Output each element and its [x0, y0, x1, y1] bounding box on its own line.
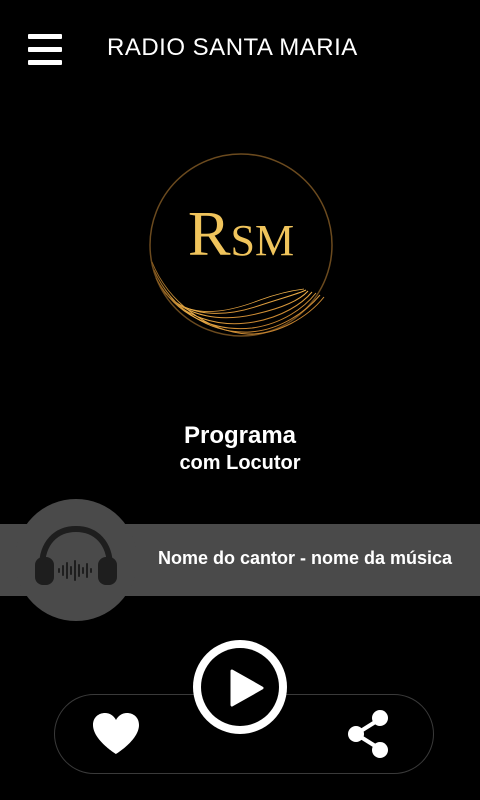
program-info: Programa com Locutor — [0, 422, 480, 475]
app-header: RADIO SANTA MARIA — [0, 0, 480, 100]
play-button[interactable] — [193, 640, 287, 734]
app-title: RADIO SANTA MARIA — [107, 34, 358, 61]
program-title: Programa — [183, 422, 297, 449]
menu-line — [28, 47, 62, 52]
now-playing-track: Nome do cantor - nome da música — [158, 548, 453, 568]
menu-line — [28, 60, 62, 65]
program-host: com Locutor — [179, 452, 301, 474]
station-logo: RSM — [149, 153, 333, 337]
share-button[interactable] — [344, 708, 394, 760]
menu-line — [28, 34, 62, 39]
heart-icon — [93, 713, 139, 754]
share-icon — [348, 710, 388, 758]
headphones-icon — [35, 525, 117, 585]
favorite-button[interactable] — [88, 710, 144, 758]
play-icon — [230, 669, 264, 707]
hamburger-menu-icon[interactable] — [26, 32, 66, 68]
artwork-circle — [15, 499, 137, 621]
play-button-inner — [201, 648, 279, 726]
